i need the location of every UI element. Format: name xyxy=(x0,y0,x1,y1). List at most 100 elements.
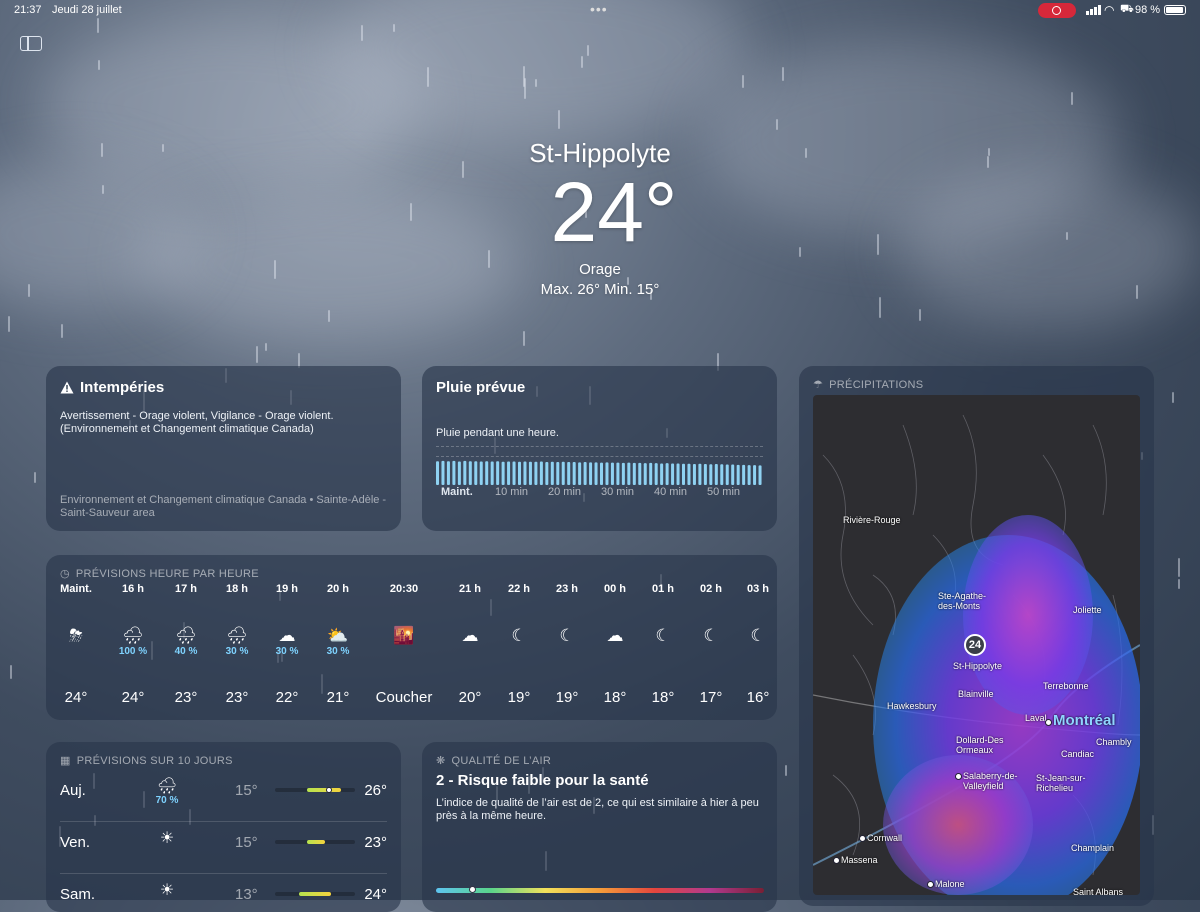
rain-intensity-bar xyxy=(556,462,560,485)
map-place-label: Laval xyxy=(1025,713,1047,723)
rain-intensity-bar xyxy=(687,463,691,485)
hourly-time: 16 h xyxy=(121,583,144,595)
status-time: 21:37 xyxy=(14,4,42,16)
map-place-label: Chambly xyxy=(1096,737,1132,747)
hourly-time: 18 h xyxy=(225,583,248,595)
air-quality-card[interactable]: ❋ QUALITÉ DE L’AIR 2 - Risque faible pou… xyxy=(422,742,777,912)
map-city-dot xyxy=(955,773,962,780)
rain-intensity-bar xyxy=(682,463,686,485)
rain-streak xyxy=(558,110,560,129)
hourly-temperature: 18° xyxy=(603,689,627,706)
hourly-forecast-card[interactable]: ◷ PRÉVISIONS HEURE PAR HEURE Maint. ⛈ 24° 1… xyxy=(46,555,777,720)
map-place-label: Salaberry-de- Valleyfield xyxy=(963,771,1018,791)
cellular-signal-icon xyxy=(1086,5,1101,15)
map-place-label: Rivière-Rouge xyxy=(843,515,901,525)
rain-streak xyxy=(34,472,36,483)
hourly-time: 02 h xyxy=(699,583,722,595)
moon-stars-icon: ☾ xyxy=(750,626,766,645)
rain-streak xyxy=(98,60,100,70)
map-place-label: St-Hippolyte xyxy=(953,661,1003,671)
hourly-temperature: Coucher xyxy=(375,689,433,706)
map-place-label: Terrebonne xyxy=(1043,681,1089,691)
ten-day-forecast-card[interactable]: ▦ PRÉVISIONS SUR 10 JOURS Auj. 🌧 70 % 15° 26… xyxy=(46,742,401,912)
moon-cloud-icon: ☁ xyxy=(461,626,479,645)
rain-intensity-chart xyxy=(436,460,762,485)
rain-intensity-bar xyxy=(621,462,625,485)
daily-low: 15° xyxy=(235,834,258,851)
rain-streak xyxy=(523,331,525,346)
rain-intensity-bar xyxy=(605,462,609,485)
hourly-heading: ◷ PRÉVISIONS HEURE PAR HEURE xyxy=(60,567,259,581)
rain-intensity-bar xyxy=(539,461,543,485)
rain-icon: 🌧 xyxy=(226,626,248,645)
rain-intensity-bar xyxy=(436,461,440,485)
rain-icon: 🌧 xyxy=(156,778,178,795)
rain-intensity-bar xyxy=(589,462,593,485)
hourly-temperature: 23° xyxy=(174,689,198,706)
daily-day: Ven. xyxy=(60,834,91,851)
rain-intensity-bar xyxy=(692,464,696,485)
rain-intensity-bar xyxy=(468,461,472,485)
daily-temp-range-bar xyxy=(275,787,355,793)
sidebar-toggle-icon[interactable] xyxy=(20,36,42,51)
rain-intensity-bar xyxy=(567,462,571,485)
precipitation-map-card[interactable]: ☂ PRÉCIPITATIONS Rivière-Rouge Ste-Agathe… xyxy=(799,366,1154,906)
moon-stars-icon: ☾ xyxy=(655,626,671,645)
rain-intensity-bar xyxy=(714,464,718,485)
hourly-temperature: 20° xyxy=(458,689,482,706)
rain-intensity-bar xyxy=(512,461,516,485)
map-city-dot xyxy=(1045,719,1052,726)
rain-intensity-bar xyxy=(616,462,620,485)
moon-stars-icon: ☾ xyxy=(703,626,719,645)
sun-icon: ☀ xyxy=(159,882,175,899)
daily-high: 26° xyxy=(364,782,387,799)
rain-intensity-bar xyxy=(736,464,740,485)
rain-card-subtitle: Pluie pendant une heure. xyxy=(436,427,559,439)
screen-record-icon[interactable] xyxy=(1038,3,1076,18)
air-quality-heading: ❋ QUALITÉ DE L’AIR xyxy=(436,754,552,768)
alert-title: Intempéries xyxy=(80,379,165,396)
map-place-label: Blainville xyxy=(958,689,994,699)
rain-intensity-bar xyxy=(698,463,702,485)
moon-stars-icon: ☾ xyxy=(559,626,575,645)
severe-weather-card[interactable]: Intempéries Avertissement - Orage violen… xyxy=(46,366,401,531)
rain-streak xyxy=(1178,558,1180,577)
next-hour-rain-card[interactable]: Pluie prévue Pluie pendant une heure. Ma… xyxy=(422,366,777,531)
daily-forecast-row[interactable]: Auj. 🌧 70 % 15° 26° xyxy=(60,770,387,822)
rain-intensity-bar xyxy=(496,461,500,485)
rain-intensity-bar xyxy=(441,460,445,485)
hourly-temperature: 22° xyxy=(275,689,299,706)
precipitation-map[interactable]: Rivière-Rouge Ste-Agathe- des-Monts Joliet… xyxy=(813,395,1140,895)
battery-percent: 98 % xyxy=(1135,4,1161,16)
hourly-time: 01 h xyxy=(651,583,674,595)
hourly-temperature: 21° xyxy=(326,689,350,706)
rain-intensity-bar xyxy=(725,464,729,485)
daily-temp-range-fill xyxy=(299,892,331,896)
air-quality-heading-label: QUALITÉ DE L’AIR xyxy=(451,754,552,767)
daily-forecast-row[interactable]: Sam. ☀ 13° 24° xyxy=(60,874,387,912)
rain-intensity-bar xyxy=(550,461,554,485)
map-place-label: Montréal xyxy=(1053,712,1116,729)
alert-title-row: Intempéries xyxy=(60,379,164,396)
hourly-time: 22 h xyxy=(507,583,530,595)
daily-forecast-row[interactable]: Ven. ☀ 15° 23° xyxy=(60,822,387,874)
rain-chart-axis: Maint. 10 min 20 min 30 min 40 min 50 min xyxy=(436,486,766,500)
rain-intensity-bar xyxy=(649,462,653,485)
moon-stars-icon: ☾ xyxy=(511,626,527,645)
map-city-dot xyxy=(927,881,934,888)
map-place-label: Joliette xyxy=(1073,605,1102,615)
daily-temp-range-bar xyxy=(275,840,355,844)
location-badge-value: 24 xyxy=(968,639,982,651)
air-quality-marker xyxy=(468,886,476,893)
multitasking-dots-icon[interactable]: ••• xyxy=(590,1,608,17)
hourly-temperature: 19° xyxy=(555,689,579,706)
rain-streak xyxy=(361,25,363,41)
rain-intensity-bar xyxy=(676,463,680,485)
map-city-dot xyxy=(859,835,866,842)
map-place-label: Dollard-Des Ormeaux xyxy=(956,735,1004,755)
hourly-temperature: 17° xyxy=(699,689,723,706)
current-location-marker[interactable]: 24 xyxy=(964,634,986,656)
daily-heading: ▦ PRÉVISIONS SUR 10 JOURS xyxy=(60,754,233,768)
rain-axis-tick: 30 min xyxy=(601,486,635,498)
sun-cloud-icon: ⛅ xyxy=(327,626,349,645)
